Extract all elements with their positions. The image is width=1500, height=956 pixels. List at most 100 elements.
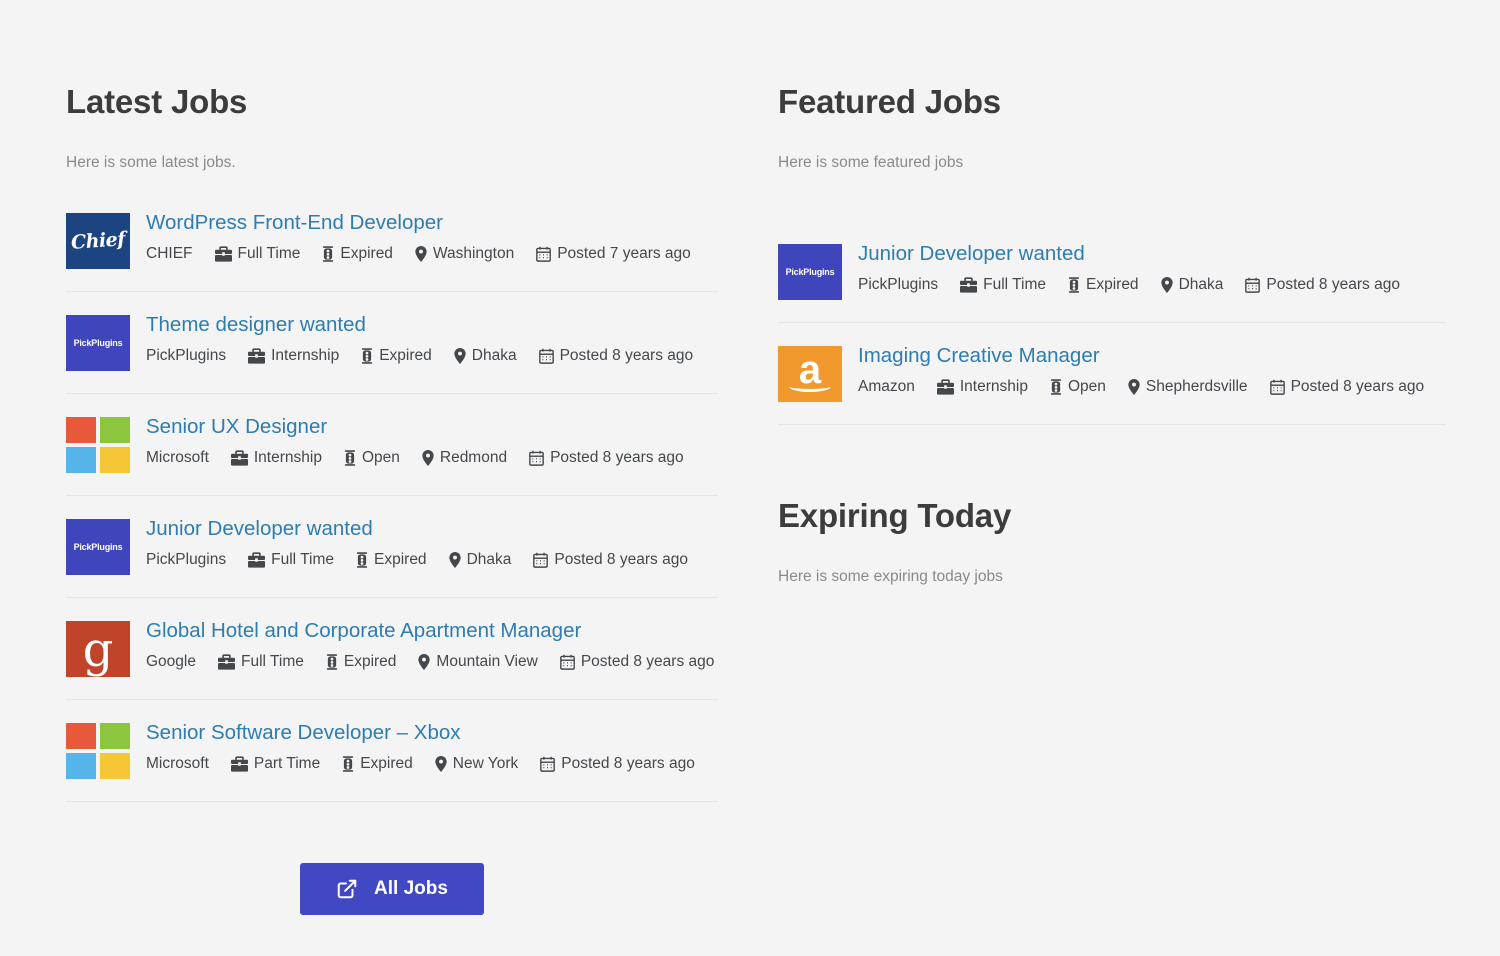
latest-jobs-description: Here is some latest jobs.: [66, 154, 236, 172]
job-details: Senior UX Designer Microsoft Internship Ope…: [146, 414, 718, 469]
job-posted-date: Posted 8 years ago: [561, 755, 695, 773]
job-type-meta: Internship: [230, 448, 322, 468]
job-posted-date: Posted 8 years ago: [559, 347, 694, 365]
featured-jobs-list: PickPlugins Junior Developer wanted PickPl…: [778, 241, 1446, 425]
job-details: WordPress Front-End Developer CHIEF Full T…: [146, 210, 718, 265]
all-jobs-button-wrap: All Jobs: [66, 862, 718, 915]
microsoft-logo-square-2: [100, 416, 130, 443]
job-company: Microsoft: [146, 755, 209, 773]
job-status-meta: Expired: [342, 754, 413, 774]
job-title-link[interactable]: Junior Developer wanted: [858, 241, 1446, 267]
company-logo-pickplugins: PickPlugins: [66, 518, 130, 575]
company-logo-amazon: a: [778, 345, 842, 402]
briefcase-icon: [936, 379, 954, 395]
job-list-item[interactable]: Senior UX Designer Microsoft Internship Ope…: [66, 414, 718, 496]
job-type: Full Time: [983, 276, 1046, 294]
microsoft-logo-square-1: [66, 416, 96, 443]
company-logo-google: g: [66, 620, 130, 677]
company-logo-microsoft: [66, 416, 130, 473]
job-company: Google: [146, 653, 196, 671]
map-marker-icon: [1160, 277, 1173, 294]
job-meta-row: Microsoft Part Time Expired New York Posted …: [146, 754, 718, 774]
traffic-light-icon: [356, 552, 368, 568]
external-link-icon: [336, 878, 358, 900]
calendar-icon: [529, 450, 544, 467]
job-posted-date-meta: Posted 8 years ago: [540, 754, 695, 774]
traffic-light-icon: [326, 654, 338, 670]
job-posted-date-meta: Posted 8 years ago: [538, 346, 694, 366]
microsoft-logo-square-2: [100, 722, 130, 749]
job-type: Internship: [271, 347, 340, 365]
job-type: Internship: [253, 449, 322, 467]
job-company-meta: PickPlugins: [858, 275, 938, 295]
job-title-link[interactable]: Theme designer wanted: [146, 312, 718, 338]
microsoft-logo-square-4: [100, 446, 130, 473]
job-company-meta: Microsoft: [146, 448, 209, 468]
job-listing-page: Latest Jobs Here is some latest jobs. Ch…: [0, 0, 1500, 956]
job-list-item[interactable]: g Global Hotel and Corporate Apartment Ma…: [66, 618, 718, 700]
job-posted-date: Posted 8 years ago: [580, 653, 715, 671]
job-company: PickPlugins: [146, 551, 227, 569]
calendar-icon: [536, 246, 552, 263]
company-logo-microsoft: [66, 722, 130, 779]
job-type-meta: Full Time: [960, 275, 1046, 295]
microsoft-logo-square-3: [66, 446, 96, 473]
briefcase-icon: [214, 246, 232, 262]
job-posted-date: Posted 7 years ago: [557, 245, 691, 263]
job-type-meta: Full Time: [217, 652, 304, 672]
job-posted-date-meta: Posted 7 years ago: [536, 244, 691, 264]
traffic-light-icon: [361, 348, 373, 364]
job-company-meta: Amazon: [858, 377, 915, 397]
job-type-meta: Internship: [248, 346, 339, 366]
job-status-meta: Expired: [356, 550, 427, 570]
featured-jobs-title: Featured Jobs: [778, 83, 1001, 120]
job-posted-date: Posted 8 years ago: [1266, 276, 1400, 294]
job-location: New York: [452, 755, 519, 773]
job-title-link[interactable]: Senior Software Developer – Xbox: [146, 720, 718, 746]
job-posted-date-meta: Posted 8 years ago: [559, 652, 715, 672]
job-posted-date-meta: Posted 8 years ago: [1245, 275, 1400, 295]
job-title-link[interactable]: Junior Developer wanted: [146, 516, 718, 542]
company-logo-pickplugins: PickPlugins: [66, 314, 130, 371]
job-details: Junior Developer wanted PickPlugins Full T…: [858, 241, 1446, 296]
job-company: Microsoft: [146, 449, 209, 467]
job-list-item[interactable]: PickPlugins Junior Developer wanted PickPl…: [66, 516, 718, 598]
job-location-meta: Mountain View: [418, 652, 538, 672]
job-company-meta: Microsoft: [146, 754, 209, 774]
job-location-meta: Dhaka: [454, 346, 517, 366]
job-list-item[interactable]: a Imaging Creative Manager Amazon Internshi…: [778, 343, 1446, 425]
company-logo-chief: Chief: [66, 212, 130, 269]
briefcase-icon: [248, 348, 266, 364]
all-jobs-button[interactable]: All Jobs: [300, 862, 484, 915]
job-list-item[interactable]: Senior Software Developer – Xbox Microsof…: [66, 720, 718, 802]
job-location: Dhaka: [471, 347, 517, 365]
job-details: Theme designer wanted PickPlugins Internsh…: [146, 312, 718, 367]
microsoft-logo-square-3: [66, 752, 96, 779]
job-list-item[interactable]: PickPlugins Theme designer wanted PickPlug…: [66, 312, 718, 394]
chief-logo-text: Chief: [70, 227, 126, 254]
map-marker-icon: [415, 246, 427, 263]
job-posted-date-meta: Posted 8 years ago: [1269, 377, 1424, 397]
job-list-item[interactable]: PickPlugins Junior Developer wanted PickPl…: [778, 241, 1446, 323]
briefcase-icon: [248, 552, 266, 568]
microsoft-logo-square-4: [100, 752, 130, 779]
job-list-item[interactable]: Chief WordPress Front-End Developer CHIEF F…: [66, 210, 718, 292]
job-meta-row: PickPlugins Full Time Expired Dhaka Posted 8…: [858, 275, 1446, 295]
job-type-meta: Internship: [936, 377, 1028, 397]
job-title-link[interactable]: Imaging Creative Manager: [858, 343, 1446, 369]
job-title-link[interactable]: Senior UX Designer: [146, 414, 718, 440]
map-marker-icon: [448, 552, 461, 569]
microsoft-logo-square-1: [66, 722, 96, 749]
job-status: Open: [1067, 378, 1106, 396]
job-details: Imaging Creative Manager Amazon Internship…: [858, 343, 1446, 398]
job-title-link[interactable]: WordPress Front-End Developer: [146, 210, 718, 236]
calendar-icon: [559, 654, 575, 671]
job-meta-row: Amazon Internship Open Shepherdsville Posted…: [858, 377, 1446, 397]
map-marker-icon: [1128, 379, 1140, 396]
job-company-meta: PickPlugins: [146, 346, 226, 366]
job-company: PickPlugins: [146, 347, 227, 365]
job-title-link[interactable]: Global Hotel and Corporate Apartment Man…: [146, 618, 718, 644]
job-location: Dhaka: [466, 551, 512, 569]
job-status: Expired: [374, 551, 427, 569]
job-status: Expired: [1086, 276, 1139, 294]
